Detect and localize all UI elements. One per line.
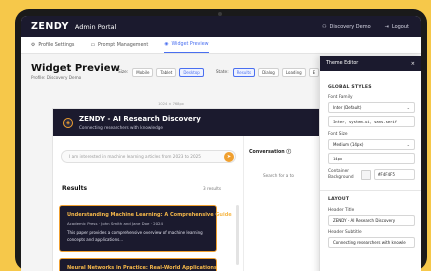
theme-editor-title: Theme Editor xyxy=(326,61,359,66)
result-description: This paper provides a comprehensive over… xyxy=(67,230,203,242)
size-tablet-button[interactable]: Tablet xyxy=(156,68,177,77)
conversation-label: Conversation xyxy=(249,150,285,155)
header-title-input[interactable]: ZENDY - AI Research Discovery xyxy=(328,215,415,226)
preview-dimensions: 1024 × 768px xyxy=(158,102,184,106)
top-navbar: ZENDY Admin Portal ⚇ Discovery Demo ⇥ Logo… xyxy=(21,16,421,37)
preview-controls: Size: Mobile Tablet Desktop State: Resul… xyxy=(118,68,320,77)
app-logo[interactable]: ZENDY xyxy=(31,21,69,32)
results-heading: Results xyxy=(62,185,88,192)
size-mobile-button[interactable]: Mobile xyxy=(132,68,154,77)
result-meta: Academic Press · John Smith and Jane Doe… xyxy=(67,221,164,226)
results-count: 3 results xyxy=(203,186,222,191)
font-family-css-input[interactable]: Inter, system-ui, sans-serif xyxy=(328,116,415,127)
results-scrollbar[interactable] xyxy=(236,205,239,265)
tab-label: Prompt Management xyxy=(97,42,149,48)
font-size-css-input[interactable]: 14px xyxy=(328,153,415,164)
result-card[interactable]: Neural Networks in Practice: Real-World … xyxy=(59,258,217,271)
tab-prompt-management[interactable]: ▭ Prompt Management xyxy=(90,37,148,53)
font-family-label: Font Family xyxy=(328,95,353,100)
container-background-swatch[interactable] xyxy=(361,170,371,180)
widget-header: ◈ ZENDY - AI Research Discovery Connecti… xyxy=(53,109,333,136)
panel-divider xyxy=(243,136,244,271)
close-icon[interactable]: × xyxy=(411,61,415,67)
global-styles-heading: GLOBAL STYLES xyxy=(328,85,372,90)
chevron-down-icon: ⌄ xyxy=(406,105,410,110)
tab-profile-settings[interactable]: ⚙ Profile Settings xyxy=(31,37,74,53)
state-loading-button[interactable]: Loading xyxy=(281,68,306,77)
theme-editor-panel: Theme Editor × GLOBAL STYLES Font Family… xyxy=(319,56,421,271)
state-results-button[interactable]: Results xyxy=(232,68,256,77)
chevron-down-icon: ⌄ xyxy=(406,142,410,147)
font-size-select[interactable]: Medium (14px) ⌄ xyxy=(328,139,415,150)
info-icon[interactable]: ⓘ xyxy=(286,150,291,155)
result-card[interactable]: Understanding Machine Learning: A Compre… xyxy=(59,205,232,252)
header-title-label: Header Title xyxy=(328,208,355,213)
portal-title: Admin Portal xyxy=(74,22,117,31)
chat-icon: ▭ xyxy=(90,42,95,48)
widget-preview-canvas: ◈ ZENDY - AI Research Discovery Connecti… xyxy=(52,108,333,271)
section-divider xyxy=(320,190,421,191)
widget-logo-icon: ◈ xyxy=(63,118,73,128)
main-tabs: ⚙ Profile Settings ▭ Prompt Management ◉ Wi… xyxy=(21,37,421,54)
logout-label: Logout xyxy=(391,23,409,30)
state-error-button[interactable]: E xyxy=(308,68,320,77)
logout-icon: ⇥ xyxy=(384,23,389,30)
preview-header: Widget Preview Profile: Discovery Demo xyxy=(31,63,120,80)
tab-label: Profile Settings xyxy=(38,42,75,48)
widget-search-input[interactable]: I am interested in machine learning arti… xyxy=(61,150,236,163)
page-title: Widget Preview xyxy=(31,63,120,74)
result-title[interactable]: Neural Networks in Practice: Real-World … xyxy=(67,265,217,271)
container-background-input[interactable]: #F4F4F5 xyxy=(374,169,415,180)
state-label: State: xyxy=(215,70,229,75)
logout-button[interactable]: ⇥ Logout xyxy=(385,24,409,30)
user-menu[interactable]: ⚇ Discovery Demo xyxy=(322,24,371,30)
font-size-label: Font Size xyxy=(328,132,348,137)
top-right-actions: ⚇ Discovery Demo ⇥ Logout xyxy=(322,24,409,30)
header-subtitle-input[interactable]: Connecting researchers with knowle xyxy=(328,237,415,248)
conversation-heading: Conversation ⓘ xyxy=(249,148,291,155)
search-placeholder: I am interested in machine learning arti… xyxy=(69,154,201,159)
widget-subtitle: Connecting researchers with knowledge xyxy=(79,125,163,130)
app-screen: ZENDY Admin Portal ⚇ Discovery Demo ⇥ Logo… xyxy=(21,16,421,271)
container-background-label: Container Background xyxy=(328,169,354,180)
font-size-value: Medium (14px) xyxy=(333,142,364,147)
size-label: Size: xyxy=(118,70,129,75)
tab-widget-preview[interactable]: ◉ Widget Preview xyxy=(164,37,209,53)
tablet-device-frame: ZENDY Admin Portal ⚇ Discovery Demo ⇥ Logo… xyxy=(15,9,427,271)
result-title[interactable]: Understanding Machine Learning: A Compre… xyxy=(67,212,232,218)
header-subtitle-label: Header Subtitle xyxy=(328,230,362,235)
gear-icon: ⚙ xyxy=(31,42,36,48)
layout-heading: LAYOUT xyxy=(328,197,350,202)
search-submit-button[interactable]: ➤ xyxy=(224,152,234,162)
eye-icon: ◉ xyxy=(164,42,169,47)
user-label: Discovery Demo xyxy=(329,23,371,30)
font-family-select[interactable]: Inter (Default) ⌄ xyxy=(328,102,415,113)
widget-title: ZENDY - AI Research Discovery xyxy=(79,115,201,123)
conversation-placeholder: Search for a to xyxy=(263,173,294,178)
tab-label: Widget Preview xyxy=(171,42,209,47)
page-subtitle: Profile: Discovery Demo xyxy=(31,75,82,80)
user-icon: ⚇ xyxy=(322,23,327,30)
font-family-value: Inter (Default) xyxy=(333,105,362,110)
state-dialog-button[interactable]: Dialog xyxy=(258,68,279,77)
size-desktop-button[interactable]: Desktop xyxy=(179,68,204,77)
theme-editor-header: Theme Editor × xyxy=(320,56,421,71)
